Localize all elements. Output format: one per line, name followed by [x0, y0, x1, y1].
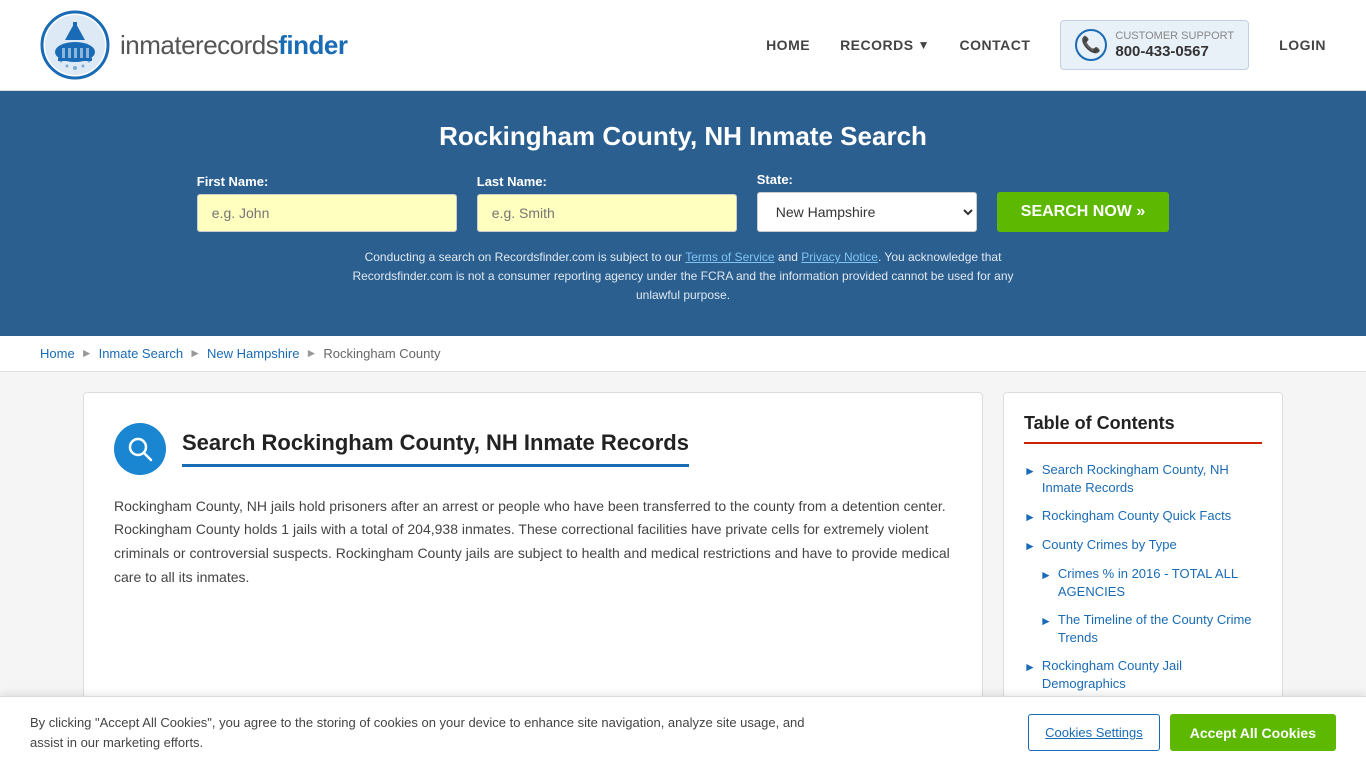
- customer-support[interactable]: 📞 CUSTOMER SUPPORT 800-433-0567: [1060, 20, 1249, 70]
- search-banner: Rockingham County, NH Inmate Search Firs…: [0, 91, 1366, 336]
- bc-sep-1: ►: [81, 346, 93, 360]
- toc-item-label: Search Rockingham County, NH Inmate Reco…: [1042, 461, 1262, 497]
- toc-item[interactable]: ► Rockingham County Quick Facts: [1024, 502, 1262, 531]
- privacy-link[interactable]: Privacy Notice: [801, 250, 878, 264]
- state-label: State:: [757, 172, 977, 187]
- article: Search Rockingham County, NH Inmate Reco…: [83, 392, 983, 720]
- nav-contact[interactable]: CONTACT: [959, 37, 1030, 53]
- cookie-buttons: Cookies Settings Accept All Cookies: [1028, 714, 1336, 751]
- toc-item-label: Rockingham County Quick Facts: [1042, 507, 1231, 525]
- tos-link[interactable]: Terms of Service: [685, 250, 774, 264]
- search-svg-icon: [126, 435, 154, 463]
- cookie-banner: By clicking "Accept All Cookies", you ag…: [0, 696, 1366, 768]
- breadcrumb-inmate-search[interactable]: Inmate Search: [99, 346, 184, 361]
- toc-item-label: Rockingham County Jail Demographics: [1042, 657, 1262, 693]
- logo-icon: [40, 10, 110, 80]
- breadcrumb-current: Rockingham County: [323, 346, 440, 361]
- toc-item-label: The Timeline of the County Crime Trends: [1058, 611, 1262, 647]
- last-name-label: Last Name:: [477, 174, 737, 189]
- toc-item-label: Crimes % in 2016 - TOTAL ALL AGENCIES: [1058, 565, 1262, 601]
- toc-chevron-5: ►: [1040, 613, 1052, 630]
- nav-home[interactable]: HOME: [766, 37, 810, 53]
- state-group: State: New Hampshire Alabama Alaska Ariz…: [757, 172, 977, 232]
- toc-chevron-3: ►: [1024, 538, 1036, 555]
- nav-login[interactable]: LOGIN: [1279, 37, 1326, 53]
- accept-all-cookies-button[interactable]: Accept All Cookies: [1170, 714, 1336, 751]
- first-name-label: First Name:: [197, 174, 457, 189]
- cookies-settings-button[interactable]: Cookies Settings: [1028, 714, 1160, 751]
- last-name-input[interactable]: [477, 194, 737, 232]
- search-icon: [114, 423, 166, 475]
- logo-area: inmaterecordsfinder: [40, 10, 347, 80]
- chevron-down-icon: ▼: [918, 38, 930, 52]
- article-title-wrapper: Search Rockingham County, NH Inmate Reco…: [182, 430, 689, 467]
- bc-sep-3: ►: [306, 346, 318, 360]
- bc-sep-2: ►: [189, 346, 201, 360]
- toc-item-label: County Crimes by Type: [1042, 536, 1177, 554]
- toc-chevron-1: ►: [1024, 463, 1036, 480]
- main-content: Search Rockingham County, NH Inmate Reco…: [43, 392, 1323, 720]
- toc-chevron-6: ►: [1024, 659, 1036, 676]
- header: inmaterecordsfinder HOME RECORDS ▼ CONTA…: [0, 0, 1366, 91]
- first-name-group: First Name:: [197, 174, 457, 232]
- cookie-text: By clicking "Accept All Cookies", you ag…: [30, 713, 830, 752]
- first-name-input[interactable]: [197, 194, 457, 232]
- banner-title: Rockingham County, NH Inmate Search: [40, 121, 1326, 152]
- search-button[interactable]: SEARCH NOW »: [997, 192, 1169, 232]
- toc-item[interactable]: ► County Crimes by Type: [1024, 531, 1262, 560]
- toc-item[interactable]: ► Rockingham County Jail Demographics: [1024, 652, 1262, 698]
- article-header: Search Rockingham County, NH Inmate Reco…: [114, 423, 952, 475]
- state-select[interactable]: New Hampshire Alabama Alaska Arizona Cal…: [757, 192, 977, 232]
- sidebar: Table of Contents ► Search Rockingham Co…: [1003, 392, 1283, 720]
- disclaimer: Conducting a search on Recordsfinder.com…: [333, 248, 1033, 306]
- phone-icon: 📞: [1075, 29, 1107, 61]
- last-name-group: Last Name:: [477, 174, 737, 232]
- toc-title: Table of Contents: [1024, 413, 1262, 444]
- table-of-contents: Table of Contents ► Search Rockingham Co…: [1003, 392, 1283, 720]
- article-title: Search Rockingham County, NH Inmate Reco…: [182, 430, 689, 467]
- toc-chevron-2: ►: [1024, 509, 1036, 526]
- logo-text: inmaterecordsfinder: [120, 30, 347, 61]
- toc-item[interactable]: ► The Timeline of the County Crime Trend…: [1024, 606, 1262, 652]
- breadcrumb: Home ► Inmate Search ► New Hampshire ► R…: [0, 336, 1366, 372]
- breadcrumb-new-hampshire[interactable]: New Hampshire: [207, 346, 299, 361]
- toc-item[interactable]: ► Crimes % in 2016 - TOTAL ALL AGENCIES: [1024, 560, 1262, 606]
- search-form: First Name: Last Name: State: New Hampsh…: [40, 172, 1326, 232]
- toc-chevron-4: ►: [1040, 567, 1052, 584]
- support-number: 800-433-0567: [1115, 43, 1234, 60]
- support-info: CUSTOMER SUPPORT 800-433-0567: [1115, 30, 1234, 60]
- nav: HOME RECORDS ▼ CONTACT 📞 CUSTOMER SUPPOR…: [766, 20, 1326, 70]
- support-label: CUSTOMER SUPPORT: [1115, 30, 1234, 43]
- breadcrumb-home[interactable]: Home: [40, 346, 75, 361]
- nav-records[interactable]: RECORDS ▼: [840, 37, 929, 53]
- article-body: Rockingham County, NH jails hold prisone…: [114, 495, 952, 590]
- toc-item[interactable]: ► Search Rockingham County, NH Inmate Re…: [1024, 456, 1262, 502]
